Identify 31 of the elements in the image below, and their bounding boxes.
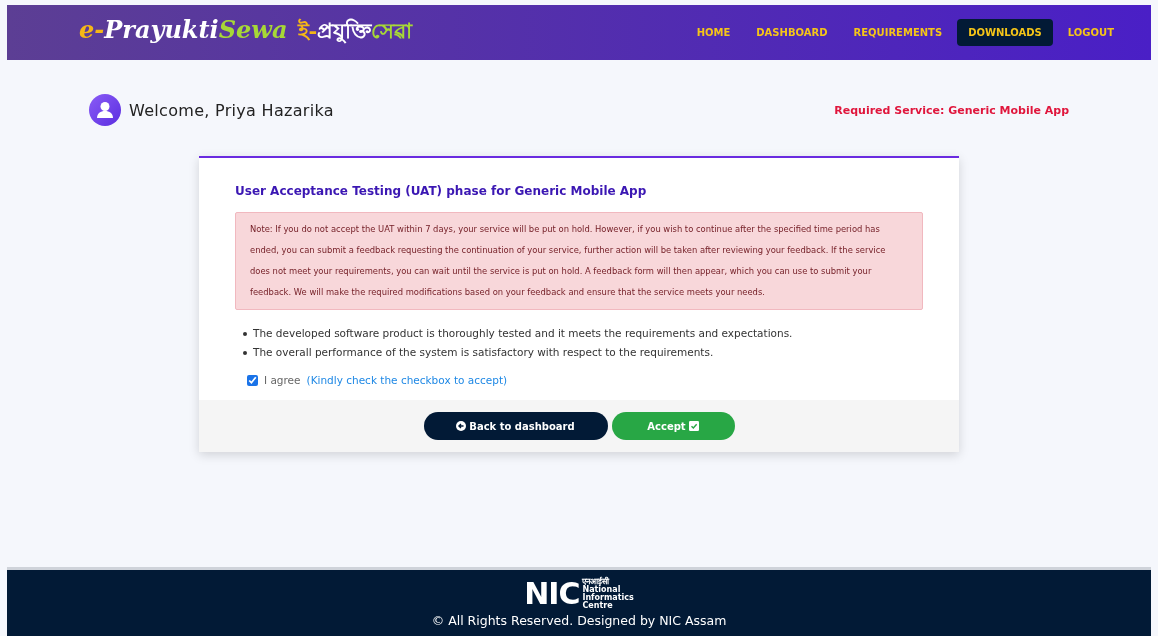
welcome-text: Welcome, Priya Hazarika (129, 100, 334, 120)
checkbox-hint: (Kindly check the checkbox to accept) (306, 374, 508, 386)
nav-link[interactable]: REQUIREMENTS (842, 19, 954, 46)
note-alert: Note: If you do not accept the UAT within 7 days, your service will be put on hold. However, if you wish to continue after the specified time period has ended, you can submit a feedback requesting the continuation of your service, further action will be taken after reviewing your feedback. If the service does not meet your requirements, you can wait until the service is put on hold. A feedback form will then appear, which you can use to submit your feedback. We will make the required modifications based on your feedback and ensure that the service meets your needs. (235, 212, 923, 310)
agree-label: I agree (264, 374, 301, 386)
logo-text: Prayukti (104, 15, 219, 44)
card-title: User Acceptance Testing (UAT) phase for Generic Mobile App (235, 184, 648, 198)
nav-link[interactable]: LOGOUT (1056, 19, 1125, 46)
back-button[interactable]: Back to dashboard (423, 412, 608, 440)
nic-logo-text: Centre (582, 602, 613, 610)
logo-text: ই- (297, 17, 318, 43)
nav-link[interactable]: DOWNLOADS (957, 19, 1053, 46)
accept-button[interactable]: Accept (611, 412, 735, 440)
arrow-left-icon (456, 421, 467, 431)
required-service-text: Required Service: Generic Mobile App (834, 103, 1069, 117)
requirement-text: The overall performance of the system is satisfactory with respect to the requirements. (253, 345, 714, 360)
bullet-icon (243, 350, 247, 355)
bullet-icon (243, 331, 247, 336)
requirement-text: The developed software product is thoroughly tested and it meets the requirements and expectations. (253, 326, 793, 341)
agree-checkbox[interactable] (247, 374, 258, 386)
nic-logo-text: National (582, 586, 621, 594)
logo-text: প্রযুক্তি (317, 17, 372, 46)
user-avatar-icon (89, 94, 121, 126)
nav-link[interactable]: DASHBOARD (745, 19, 839, 46)
logo-text: Sewa (218, 15, 288, 44)
nav-link[interactable]: HOME (685, 19, 742, 46)
copyright-text: © All Rights Reserved. Designed by NIC Assam (431, 613, 727, 628)
nic-logo-text: Informatics (582, 594, 634, 602)
check-square-icon (688, 421, 699, 431)
logo-text: সেৱা (371, 17, 413, 43)
nic-logo-text: एनआईसी (582, 578, 610, 586)
